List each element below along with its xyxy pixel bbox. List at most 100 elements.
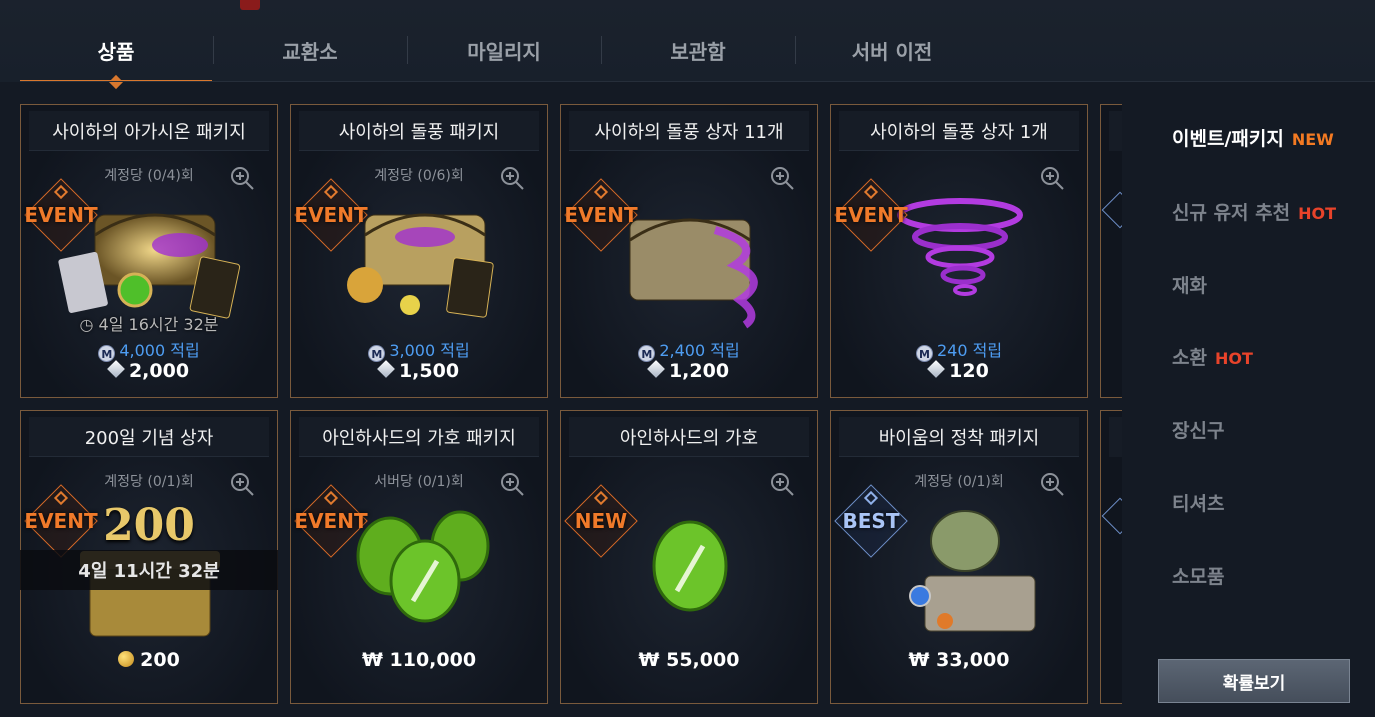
sidebar-item-label: 소환 [1172, 347, 1207, 369]
mileage-suffix: 적립 [710, 341, 740, 360]
event-badge: EVENT [24, 178, 98, 252]
tab-exchange[interactable]: 교환소 [214, 22, 406, 82]
diamond-icon [927, 360, 946, 378]
product-grid: 사이하의 아가시온 패키지 계정당 (0/4)회 ◷ 4일 16시간 32분 M… [20, 104, 1122, 717]
gold-coin-icon [118, 651, 135, 667]
mileage-reward: M 4,000 적립 [21, 337, 277, 362]
product-price: 1,200 [561, 360, 817, 382]
sale-timer: ◷ 4일 16시간 32분 [79, 315, 219, 334]
event-badge: EVENT [834, 178, 908, 252]
badge-label: EVENT [294, 203, 368, 227]
hot-tag: HOT [1298, 204, 1337, 223]
product-price: 1,500 [291, 360, 547, 382]
notification-icon[interactable] [240, 0, 260, 10]
tab-label: 서버 이전 [851, 40, 933, 64]
anniversary-200-emblem: 200 [103, 500, 195, 551]
sidebar-item-label: 신규 유저 추천 [1172, 202, 1291, 224]
event-badge: EVENT [294, 484, 368, 558]
tab-label: 교환소 [282, 40, 338, 64]
product-title: 아인하사드의 가호 패키지 [299, 417, 539, 457]
badge-label: BEST [842, 509, 900, 533]
sidebar-item-tshirt[interactable]: 티셔츠 [1172, 489, 1224, 516]
product-card[interactable]: 바이움의 정착 패키지 계정당 (0/1)회 ₩ 33,000 BEST [830, 410, 1088, 704]
sale-timer-banner: 4일 11시간 32분 [20, 550, 278, 590]
product-price: ₩ 55,000 [561, 649, 817, 671]
product-title: 사이하의 돌풍 상자 11개 [569, 111, 809, 151]
product-price: 120 [831, 360, 1087, 382]
sidebar-item-accessory[interactable]: 장신구 [1172, 416, 1224, 443]
tab-products[interactable]: 상품 [20, 22, 212, 82]
best-badge: BEST [834, 484, 908, 558]
product-title: 사이하의 돌풍 패키지 [299, 111, 539, 151]
sidebar-item-label: 이벤트/패키지 [1172, 128, 1284, 150]
mileage-amount: 4,000 [119, 341, 166, 360]
badge-label: EVENT [24, 203, 98, 227]
price-value: ₩ 110,000 [361, 649, 477, 671]
mileage-suffix: 적립 [440, 341, 470, 360]
new-badge: NEW [564, 484, 638, 558]
price-value: ₩ 33,000 [908, 649, 1010, 671]
badge-label: EVENT [294, 509, 368, 533]
product-title: 200일 기념 상자 [29, 417, 269, 457]
tab-label: 마일리지 [467, 40, 541, 64]
diamond-icon [647, 360, 665, 378]
tab-label: 보관함 [670, 40, 726, 64]
sale-timer-text: 4일 11시간 32분 [78, 561, 220, 582]
sidebar-item-currency[interactable]: 재화 [1172, 271, 1207, 298]
tab-storage[interactable]: 보관함 [602, 22, 794, 82]
product-card[interactable]: 아인하사드의 가호 ₩ 55,000 NEW [560, 410, 818, 704]
product-title: 사이하의 아가시온 패키지 [29, 111, 269, 151]
product-title: 사이하의 돌풍 상자 1개 [839, 111, 1079, 151]
sidebar-item-new-user[interactable]: 신규 유저 추천 HOT [1172, 198, 1336, 225]
sidebar-item-event-package[interactable]: 이벤트/패키지 NEW [1172, 124, 1334, 151]
product-card-partial[interactable] [1100, 410, 1122, 704]
sidebar-item-label: 티셔츠 [1172, 493, 1225, 515]
product-card[interactable]: 아인하사드의 가호 패키지 서버당 (0/1)회 ₩ 110,000 EVENT [290, 410, 548, 704]
product-card[interactable]: 사이하의 돌풍 상자 1개 M 240 적립 120 EVENT [830, 104, 1088, 398]
product-price: ₩ 110,000 [291, 649, 547, 671]
mileage-suffix: 적립 [170, 341, 200, 360]
mileage-amount: 3,000 [389, 341, 436, 360]
product-price: 2,000 [21, 360, 277, 382]
product-price: 200 [21, 649, 277, 671]
probability-button[interactable]: 확률보기 [1158, 659, 1350, 703]
hot-tag: HOT [1214, 349, 1253, 368]
event-badge: EVENT [564, 178, 638, 252]
diamond-icon [377, 360, 395, 378]
top-tab-bar: 상품 교환소 마일리지 보관함 서버 이전 [0, 0, 1375, 82]
sidebar-item-label: 재화 [1172, 275, 1207, 297]
sidebar-item-consumable[interactable]: 소모품 [1172, 562, 1224, 589]
price-value: 1,500 [398, 360, 460, 382]
price-value: 120 [949, 360, 989, 382]
mileage-reward: M 240 적립 [831, 337, 1087, 362]
mileage-amount: 2,400 [659, 341, 706, 360]
tab-label: 상품 [97, 40, 135, 64]
sidebar-item-label: 소모품 [1172, 566, 1225, 588]
mileage-suffix: 적립 [972, 341, 1003, 360]
product-card-partial[interactable] [1100, 104, 1122, 398]
product-card[interactable]: 사이하의 돌풍 패키지 계정당 (0/6)회 M 3,000 적립 1,500 E… [290, 104, 548, 398]
mileage-reward: M 3,000 적립 [291, 337, 547, 362]
category-sidebar: 이벤트/패키지 NEW 신규 유저 추천 HOT 재화 소환 HOT 장신구 티셔츠 … [1122, 82, 1375, 717]
sale-timer-text: 4일 16시간 32분 [98, 315, 219, 334]
price-value: ₩ 55,000 [638, 649, 740, 671]
badge-label: NEW [574, 509, 628, 533]
product-card[interactable]: 사이하의 아가시온 패키지 계정당 (0/4)회 ◷ 4일 16시간 32분 M… [20, 104, 278, 398]
product-title: 바이움의 정착 패키지 [839, 417, 1079, 457]
product-price: ₩ 33,000 [831, 649, 1087, 671]
new-tag: NEW [1291, 130, 1334, 149]
price-value: 200 [140, 649, 180, 671]
sidebar-item-summon[interactable]: 소환 HOT [1172, 343, 1253, 370]
price-value: 1,200 [668, 360, 730, 382]
product-card[interactable]: 사이하의 돌풍 상자 11개 M 2,400 적립 1,200 EVENT [560, 104, 818, 398]
tab-server-transfer[interactable]: 서버 이전 [796, 22, 988, 82]
sidebar-item-label: 장신구 [1172, 420, 1225, 442]
price-value: 2,000 [128, 360, 190, 382]
diamond-icon [107, 360, 125, 378]
mileage-reward: M 2,400 적립 [561, 337, 817, 362]
tab-mileage[interactable]: 마일리지 [408, 22, 600, 82]
mileage-amount: 240 [936, 341, 968, 360]
event-badge: EVENT [294, 178, 368, 252]
badge-label: EVENT [564, 203, 638, 227]
badge-label: EVENT [834, 203, 908, 227]
